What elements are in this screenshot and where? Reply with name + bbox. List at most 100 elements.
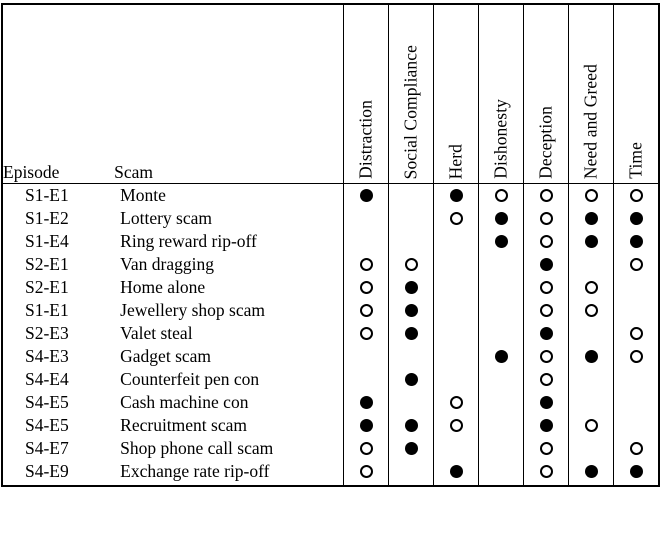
- mark-open-icon: [584, 281, 598, 295]
- header-row: Episode Scam Distraction Social Complian…: [2, 4, 659, 184]
- cell-mark: [388, 437, 434, 460]
- cell-mark: [523, 299, 569, 322]
- mark-filled-icon: [584, 350, 598, 364]
- mark-filled-icon: [359, 396, 373, 410]
- cell-mark: [388, 414, 434, 437]
- cell-mark: [433, 437, 479, 460]
- table-row: S1-E4 Ring reward rip-off: [2, 230, 659, 253]
- mark-filled-icon: [359, 419, 373, 433]
- mark-filled-icon: [494, 212, 508, 226]
- mark-open-icon: [629, 327, 643, 341]
- mark-filled-icon: [539, 258, 553, 272]
- cell-mark: [433, 253, 479, 276]
- mark-open-icon: [359, 465, 373, 479]
- mark-filled-icon: [584, 235, 598, 249]
- mark-open-icon: [629, 442, 643, 456]
- cell-mark: [613, 437, 659, 460]
- table-row: S4-E9 Exchange rate rip-off: [2, 460, 659, 486]
- mark-open-icon: [539, 304, 553, 318]
- cell-mark: [478, 230, 524, 253]
- cell-mark: [568, 230, 614, 253]
- mark-filled-icon: [539, 327, 553, 341]
- cell-episode: S4-E4: [2, 368, 115, 391]
- column-header-time: Time: [613, 4, 659, 184]
- column-header-social-compliance-label: Social Compliance: [400, 44, 421, 179]
- cell-mark: [613, 276, 659, 299]
- cell-mark: [342, 276, 389, 299]
- cell-mark: [613, 368, 659, 391]
- table-row: S4-E7 Shop phone call scam: [2, 437, 659, 460]
- cell-mark: [342, 183, 389, 207]
- cell-mark: [433, 414, 479, 437]
- cell-episode: S2-E3: [2, 322, 115, 345]
- cell-mark: [613, 460, 659, 486]
- cell-mark: [613, 391, 659, 414]
- cell-mark: [613, 253, 659, 276]
- cell-mark: [568, 299, 614, 322]
- scam-criteria-table-container: Episode Scam Distraction Social Complian…: [0, 3, 661, 552]
- table-row: S2-E1 Van dragging: [2, 253, 659, 276]
- mark-open-icon: [584, 419, 598, 433]
- cell-scam: Ring reward rip-off: [114, 230, 344, 253]
- cell-mark: [523, 276, 569, 299]
- cell-mark: [342, 414, 389, 437]
- cell-mark: [523, 230, 569, 253]
- cell-mark: [478, 437, 524, 460]
- table-head: Episode Scam Distraction Social Complian…: [2, 4, 659, 184]
- cell-mark: [523, 437, 569, 460]
- mark-open-icon: [539, 235, 553, 249]
- table-body: S1-E1 Monte S1-E2 Lottery scam S1-E4 Ring rew…: [2, 183, 659, 486]
- cell-episode: S4-E5: [2, 391, 115, 414]
- cell-mark: [568, 368, 614, 391]
- cell-mark: [433, 391, 479, 414]
- mark-open-icon: [359, 327, 373, 341]
- mark-open-icon: [359, 304, 373, 318]
- cell-scam: Shop phone call scam: [114, 437, 344, 460]
- cell-mark: [478, 276, 524, 299]
- mark-filled-icon: [404, 327, 418, 341]
- cell-mark: [433, 183, 479, 207]
- mark-open-icon: [539, 212, 553, 226]
- cell-mark: [613, 345, 659, 368]
- cell-mark: [433, 276, 479, 299]
- cell-mark: [388, 253, 434, 276]
- cell-mark: [433, 230, 479, 253]
- mark-filled-icon: [629, 465, 643, 479]
- cell-episode: S1-E1: [2, 299, 115, 322]
- cell-scam: Home alone: [114, 276, 344, 299]
- cell-mark: [388, 299, 434, 322]
- mark-open-icon: [449, 212, 463, 226]
- column-header-deception-label: Deception: [535, 106, 556, 179]
- cell-mark: [388, 368, 434, 391]
- cell-mark: [568, 183, 614, 207]
- mark-open-icon: [629, 189, 643, 203]
- cell-episode: S2-E1: [2, 253, 115, 276]
- column-header-herd-label: Herd: [445, 143, 466, 179]
- mark-open-icon: [359, 442, 373, 456]
- cell-mark: [613, 322, 659, 345]
- cell-mark: [568, 207, 614, 230]
- column-header-need-and-greed-label: Need and Greed: [580, 63, 601, 179]
- mark-open-icon: [584, 189, 598, 203]
- cell-mark: [478, 414, 524, 437]
- cell-mark: [523, 253, 569, 276]
- cell-scam: Cash machine con: [114, 391, 344, 414]
- mark-open-icon: [449, 419, 463, 433]
- cell-mark: [478, 368, 524, 391]
- mark-filled-icon: [539, 396, 553, 410]
- column-header-dishonesty-label: Dishonesty: [490, 99, 511, 179]
- cell-mark: [388, 183, 434, 207]
- column-header-dishonesty: Dishonesty: [478, 4, 524, 184]
- cell-mark: [388, 391, 434, 414]
- table-row: S1-E1 Monte: [2, 183, 659, 207]
- mark-filled-icon: [404, 304, 418, 318]
- cell-mark: [433, 299, 479, 322]
- mark-filled-icon: [404, 419, 418, 433]
- cell-mark: [478, 299, 524, 322]
- cell-episode: S4-E7: [2, 437, 115, 460]
- table-row: S4-E5 Recruitment scam: [2, 414, 659, 437]
- mark-filled-icon: [404, 373, 418, 387]
- cell-mark: [388, 460, 434, 486]
- mark-open-icon: [449, 396, 463, 410]
- cell-mark: [388, 276, 434, 299]
